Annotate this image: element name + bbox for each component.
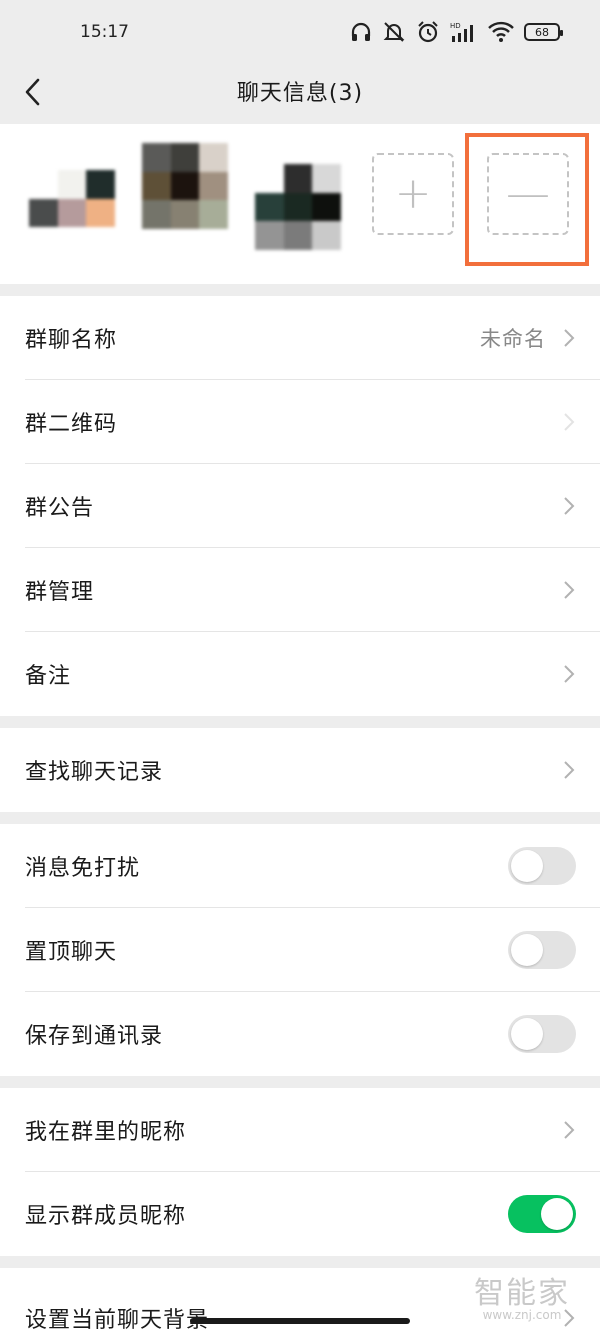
avatar-pixel	[142, 143, 171, 172]
group-name-row[interactable]: 群聊名称 未命名	[0, 296, 600, 380]
status-icons: HD 68	[350, 20, 563, 44]
watermark-url: www.znj.com	[482, 1308, 562, 1322]
toggle-knob	[541, 1198, 573, 1230]
chevron-right-icon	[564, 665, 575, 683]
row-label: 消息免打扰	[25, 856, 141, 881]
pin-toggle[interactable]	[508, 931, 576, 969]
avatar-pixel	[312, 221, 341, 250]
avatar-pixel	[29, 198, 58, 228]
chevron-right-icon	[564, 761, 575, 779]
avatar-pixel	[255, 164, 284, 193]
chevron-right-icon	[564, 413, 575, 431]
mute-icon	[383, 22, 405, 42]
show-nicknames-row: 显示群成员昵称	[0, 1172, 600, 1256]
avatar-pixel	[142, 171, 171, 201]
row-label: 群聊名称	[25, 328, 118, 353]
avatar-pixel	[283, 221, 313, 250]
search-history-row[interactable]: 查找聊天记录	[0, 728, 600, 812]
avatar-pixel	[170, 171, 200, 201]
avatar-pixel	[57, 198, 87, 228]
avatar-pixel	[86, 227, 115, 256]
avatar-pixel	[57, 170, 87, 199]
show-nicknames-toggle[interactable]	[508, 1195, 576, 1233]
avatar-pixel	[255, 192, 284, 222]
avatar-pixel	[199, 171, 228, 201]
watermark: 智能家 www.znj.com	[474, 1268, 570, 1322]
chevron-right-icon	[564, 497, 575, 515]
pin-chat-row: 置顶聊天	[0, 908, 600, 992]
avatar-pixel	[312, 164, 341, 193]
wifi-icon	[488, 21, 514, 42]
avatar-pixel	[283, 192, 313, 222]
page-title: 聊天信息(3)	[236, 81, 364, 106]
row-label: 我在群里的昵称	[25, 1120, 187, 1145]
row-label: 设置当前聊天背景	[25, 1308, 210, 1333]
avatar-pixel	[57, 227, 87, 256]
mute-toggle[interactable]	[508, 847, 576, 885]
chevron-right-icon	[564, 1121, 575, 1139]
mute-notifications-row: 消息免打扰	[0, 824, 600, 908]
group-manage-row[interactable]: 群管理	[0, 548, 600, 632]
avatar-pixel	[86, 198, 115, 228]
avatar-pixel	[283, 164, 313, 193]
avatar-pixel	[199, 143, 228, 172]
watermark-text: 智能家	[474, 1276, 570, 1311]
avatar-pixel	[29, 227, 58, 256]
row-label: 显示群成员昵称	[25, 1204, 187, 1229]
battery-icon: 68	[524, 23, 563, 41]
add-member-button[interactable]: +	[372, 153, 454, 235]
group-qrcode-row[interactable]: 群二维码	[0, 380, 600, 464]
svg-text:HD: HD	[450, 22, 461, 30]
chevron-right-icon	[564, 581, 575, 599]
avatar-pixel	[29, 170, 58, 199]
highlight-box	[465, 133, 589, 266]
search-section: 查找聊天记录	[0, 728, 600, 812]
row-label: 保存到通讯录	[25, 1024, 164, 1049]
status-bar: 15:17 HD 68	[0, 0, 600, 66]
battery-level: 68	[535, 25, 549, 39]
group-notice-row[interactable]: 群公告	[0, 464, 600, 548]
nav-bar: 聊天信息(3)	[0, 66, 600, 124]
row-label: 群管理	[25, 580, 95, 605]
avatar-pixel	[312, 192, 341, 222]
headphones-icon	[351, 22, 371, 41]
hd-signal-icon: HD	[450, 22, 473, 42]
row-label: 置顶聊天	[25, 940, 118, 965]
toggle-section: 消息免打扰 置顶聊天 保存到通讯录	[0, 824, 600, 1076]
avatar-pixel	[86, 170, 115, 199]
row-label: 群二维码	[25, 412, 118, 437]
row-value: 未命名	[480, 327, 546, 351]
my-nickname-row[interactable]: 我在群里的昵称	[0, 1088, 600, 1172]
row-label: 备注	[25, 664, 72, 689]
avatar-pixel	[170, 200, 200, 229]
avatar-pixel	[199, 200, 228, 229]
group-info-section: 群聊名称 未命名 群二维码 群公告 群管理 备注	[0, 296, 600, 716]
member-avatar[interactable]	[142, 143, 228, 229]
row-label: 群公告	[25, 496, 95, 521]
save-contacts-toggle[interactable]	[508, 1015, 576, 1053]
save-contacts-row: 保存到通讯录	[0, 992, 600, 1076]
toggle-knob	[511, 1018, 543, 1050]
row-label: 查找聊天记录	[25, 760, 164, 785]
chevron-right-icon	[564, 329, 575, 347]
nickname-section: 我在群里的昵称 显示群成员昵称	[0, 1088, 600, 1256]
alarm-icon	[418, 21, 438, 43]
toggle-knob	[511, 850, 543, 882]
toggle-knob	[511, 934, 543, 966]
plus-icon: +	[394, 168, 432, 219]
member-avatar[interactable]	[255, 164, 341, 250]
member-avatar[interactable]	[29, 170, 115, 256]
remark-row[interactable]: 备注	[0, 632, 600, 716]
status-time: 15:17	[80, 22, 129, 42]
home-indicator[interactable]	[190, 1318, 410, 1324]
avatar-pixel	[255, 221, 284, 250]
avatar-pixel	[142, 200, 171, 229]
avatar-pixel	[170, 143, 200, 172]
